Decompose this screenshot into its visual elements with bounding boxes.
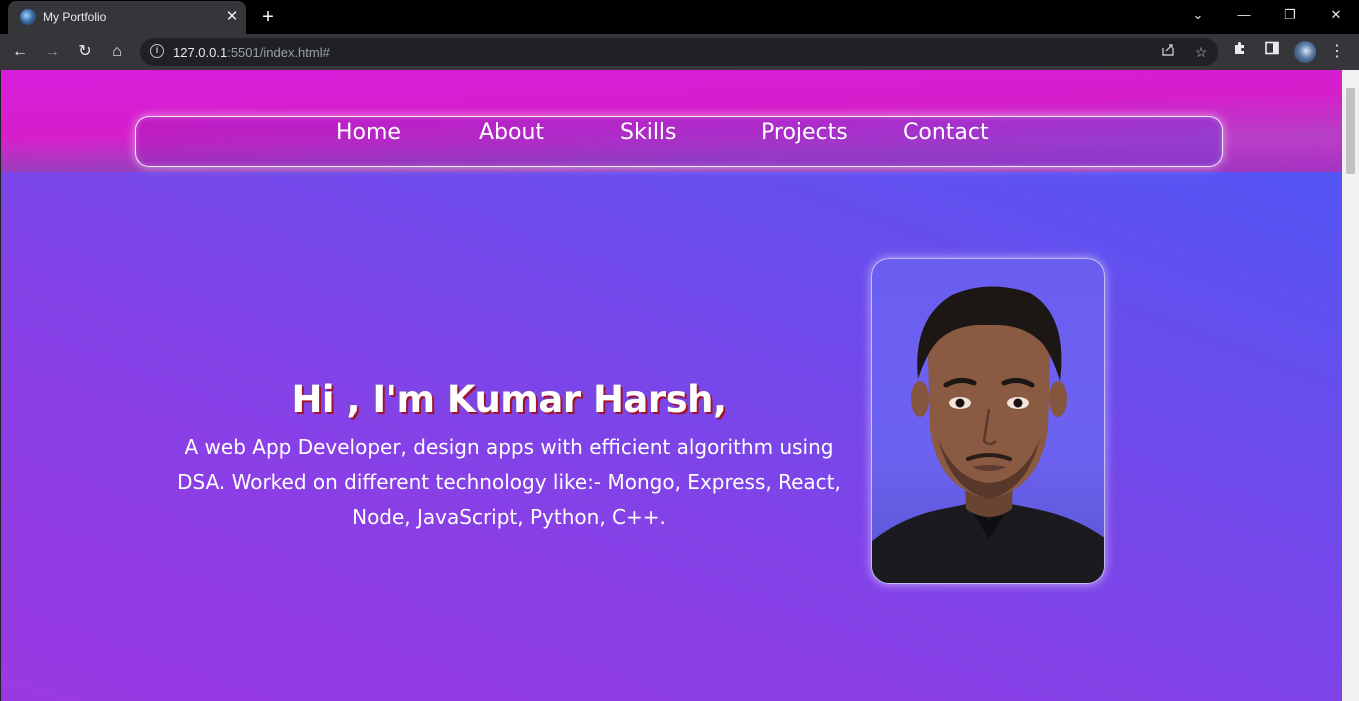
nav-about[interactable]: About [479,120,544,145]
new-tab-button[interactable]: + [257,6,279,28]
tab-bar: My Portfolio ✕ + ⌄ — ❐ ✕ [0,0,1359,34]
side-panel-icon[interactable] [1260,40,1284,64]
nav-home[interactable]: Home [336,120,401,145]
address-bar[interactable]: i 127.0.0.1:5501/index.html# ☆ [140,38,1218,66]
nav-skills[interactable]: Skills [620,120,677,145]
reload-button[interactable]: ↻ [73,40,97,64]
nav-projects[interactable]: Projects [761,120,848,145]
hero-description: A web App Developer, design apps with ef… [177,435,841,529]
main-navbar: Home About Skills Projects Contact [135,116,1223,167]
page-scrollbar[interactable] [1342,70,1359,701]
minimize-button[interactable]: — [1231,4,1257,26]
close-tab-icon[interactable]: ✕ [222,7,242,27]
extensions-icon[interactable] [1228,40,1252,64]
profile-avatar[interactable] [1294,41,1316,63]
nav-contact[interactable]: Contact [903,120,989,145]
profile-photo [871,258,1105,584]
scrollbar-thumb[interactable] [1346,88,1355,174]
forward-button[interactable]: → [40,40,64,64]
share-icon[interactable] [1158,42,1178,62]
menu-icon[interactable]: ⋮ [1325,40,1349,64]
url-text[interactable]: 127.0.0.1:5501/index.html# [173,45,330,60]
star-icon[interactable]: ☆ [1191,42,1211,62]
home-button[interactable]: ⌂ [105,40,129,64]
page-viewport: Home About Skills Projects Contact Hi , … [1,70,1342,701]
site-info-icon[interactable]: i [150,44,164,58]
restore-button[interactable]: ❐ [1277,4,1303,26]
tab-search-icon[interactable]: ⌄ [1185,4,1211,26]
close-window-button[interactable]: ✕ [1323,4,1349,26]
browser-toolbar: ← → ↻ ⌂ i 127.0.0.1:5501/index.html# ☆ ⋮ [0,34,1359,70]
favicon-icon [20,9,36,25]
hero-title: Hi , I'm Kumar Harsh, [291,378,727,421]
back-button[interactable]: ← [8,40,32,64]
browser-tab[interactable]: My Portfolio ✕ [8,1,246,34]
tab-title: My Portfolio [43,10,107,24]
